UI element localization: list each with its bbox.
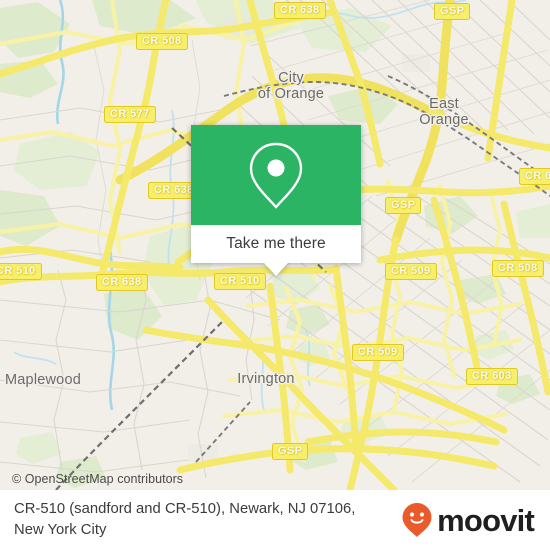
- map-screenshot: .mj { stroke:#f5e96b; stroke-width:7; fi…: [0, 0, 550, 550]
- route-shield: CR 603: [466, 368, 518, 385]
- route-shield: CR 508: [136, 33, 188, 50]
- map-canvas[interactable]: .mj { stroke:#f5e96b; stroke-width:7; fi…: [0, 0, 550, 490]
- route-shield: GSP: [385, 197, 422, 214]
- location-title: CR-510 (sandford and CR-510), Newark, NJ…: [14, 501, 356, 538]
- moovit-wordmark: moovit: [437, 502, 535, 538]
- route-shield: CR 510: [214, 273, 266, 290]
- popup-image-panel: [191, 125, 361, 225]
- footer-bar: CR-510 (sandford and CR-510), Newark, NJ…: [0, 490, 550, 550]
- moovit-pin-icon: [402, 503, 432, 537]
- popup-pointer-tail: [264, 263, 288, 276]
- route-shield: CR 509: [385, 263, 437, 280]
- popup-action-bar[interactable]: Take me there: [191, 225, 361, 276]
- route-shield: GSP: [434, 3, 471, 20]
- location-popup[interactable]: Take me there: [191, 125, 361, 276]
- osm-attribution[interactable]: © OpenStreetMap contributors: [12, 472, 183, 486]
- route-shield: CR 509: [352, 344, 404, 361]
- route-shield: CR 510: [0, 263, 42, 280]
- route-shield: CR 508: [492, 260, 544, 277]
- moovit-brand: moovit: [401, 502, 535, 538]
- route-shield: GSP: [272, 443, 309, 460]
- map-pin-icon: [249, 142, 303, 209]
- take-me-there-label: Take me there: [226, 235, 326, 252]
- route-shield: CR 638: [274, 2, 326, 19]
- route-shield: CR 65: [519, 168, 550, 185]
- route-shield: CR 577: [104, 106, 156, 123]
- route-shield: CR 638: [96, 274, 148, 291]
